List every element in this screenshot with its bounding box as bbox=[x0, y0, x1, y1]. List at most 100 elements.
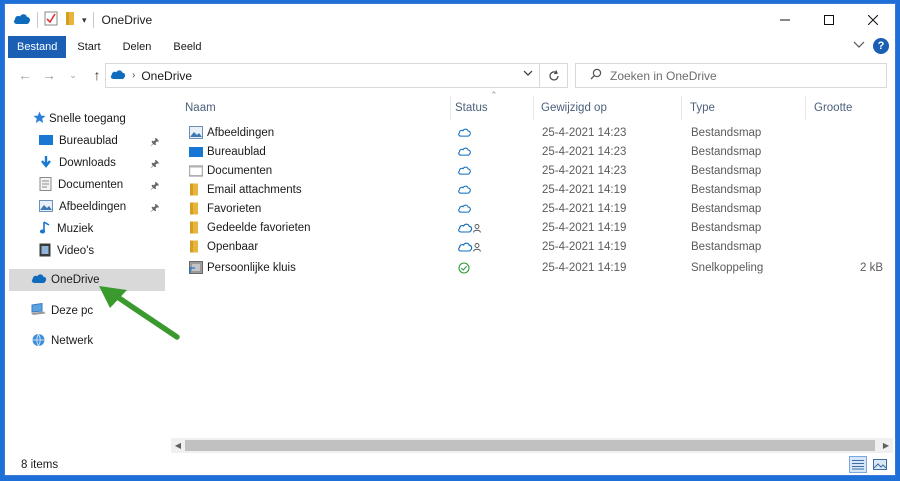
search-icon bbox=[590, 68, 602, 83]
synced-status-icon bbox=[458, 258, 470, 277]
recent-locations-icon[interactable]: ⌄ bbox=[61, 63, 85, 87]
onedrive-app-icon bbox=[13, 13, 31, 28]
nav-label: Muziek bbox=[57, 223, 94, 235]
file-name: Favorieten bbox=[207, 202, 262, 215]
table-row[interactable]: Gedeelde favorieten 25-4-2021 14:19 Best… bbox=[185, 218, 885, 237]
table-row[interactable]: Favorieten 25-4-2021 14:19 Bestandsmap bbox=[185, 199, 885, 218]
large-icons-view-button[interactable] bbox=[871, 456, 889, 473]
pin-icon[interactable]: 🖈 bbox=[150, 201, 159, 218]
status-bar: 8 items bbox=[5, 454, 895, 476]
nav-quick-access[interactable]: Snelle toegang bbox=[33, 109, 126, 129]
scroll-left-icon[interactable]: ◀ bbox=[171, 438, 185, 453]
breadcrumb-chevron-icon[interactable]: › bbox=[132, 70, 135, 81]
breadcrumb-onedrive[interactable]: OneDrive bbox=[141, 69, 192, 83]
cloud-shared-status-icon bbox=[458, 218, 482, 237]
quick-access-dropdown-icon[interactable]: ▾ bbox=[82, 15, 87, 26]
table-row[interactable]: Afbeeldingen 25-4-2021 14:23 Bestandsmap bbox=[185, 123, 885, 142]
file-modified: 25-4-2021 14:23 bbox=[542, 145, 627, 158]
file-type: Bestandsmap bbox=[691, 164, 762, 177]
table-row[interactable]: Documenten 25-4-2021 14:23 Bestandsmap bbox=[185, 161, 885, 180]
table-row[interactable]: Openbaar 25-4-2021 14:19 Bestandsmap bbox=[185, 237, 885, 256]
item-count: 8 items bbox=[21, 459, 59, 471]
address-dropdown-icon[interactable] bbox=[523, 69, 533, 80]
scrollbar-thumb[interactable] bbox=[185, 440, 875, 451]
maximize-button[interactable] bbox=[807, 4, 851, 36]
nav-item-this-pc[interactable]: Deze pc bbox=[31, 301, 93, 321]
tab-delen[interactable]: Delen bbox=[112, 36, 163, 58]
table-row[interactable]: Persoonlijke kluis 25-4-2021 14:19 Snelk… bbox=[185, 258, 885, 277]
file-type: Bestandsmap bbox=[691, 221, 762, 234]
nav-item-videos[interactable]: Video's bbox=[39, 241, 94, 261]
nav-item-afbeeldingen[interactable]: Afbeeldingen bbox=[39, 197, 126, 217]
tab-beeld[interactable]: Beeld bbox=[162, 36, 212, 58]
video-icon bbox=[39, 243, 51, 260]
table-row[interactable]: Bureaublad 25-4-2021 14:23 Bestandsmap bbox=[185, 142, 885, 161]
new-folder-icon[interactable] bbox=[64, 11, 76, 29]
nav-item-bureaublad[interactable]: Bureaublad bbox=[39, 131, 118, 151]
column-header-name[interactable]: Naam bbox=[185, 96, 450, 120]
cloud-status-icon bbox=[458, 161, 471, 180]
nav-label: Netwerk bbox=[51, 335, 94, 347]
star-icon bbox=[33, 111, 46, 127]
cloud-shared-status-icon bbox=[458, 237, 482, 256]
nav-label: Snelle toegang bbox=[49, 113, 126, 125]
tab-bestand[interactable]: Bestand bbox=[8, 36, 67, 58]
file-name: Openbaar bbox=[207, 240, 259, 253]
help-icon[interactable]: ? bbox=[873, 38, 889, 54]
column-header-modified[interactable]: Gewijzigd op bbox=[541, 96, 681, 120]
file-modified: 25-4-2021 14:19 bbox=[542, 202, 627, 215]
expand-ribbon-icon[interactable] bbox=[853, 40, 865, 52]
column-header-size[interactable]: Grootte bbox=[814, 96, 884, 120]
tab-start[interactable]: Start bbox=[66, 36, 111, 58]
forward-button[interactable]: → bbox=[37, 63, 61, 87]
folder-icon bbox=[189, 199, 199, 218]
download-icon bbox=[39, 155, 53, 172]
file-type: Snelkoppeling bbox=[691, 261, 764, 274]
nav-item-network[interactable]: Netwerk bbox=[31, 331, 93, 351]
file-modified: 25-4-2021 14:19 bbox=[542, 183, 627, 196]
file-name: Gedeelde favorieten bbox=[207, 221, 311, 234]
folder-icon bbox=[189, 180, 199, 199]
horizontal-scrollbar[interactable]: ◀ ▶ bbox=[171, 438, 893, 453]
column-header-type[interactable]: Type bbox=[690, 96, 810, 120]
close-button[interactable] bbox=[851, 4, 895, 36]
column-header-row: ⌃ Naam Status Gewijzigd op Type Grootte bbox=[185, 90, 885, 120]
nav-item-documenten[interactable]: Documenten bbox=[39, 175, 123, 195]
nav-label: Video's bbox=[57, 245, 95, 257]
file-name: Afbeeldingen bbox=[207, 126, 275, 139]
file-modified: 25-4-2021 14:19 bbox=[542, 240, 627, 253]
nav-item-muziek[interactable]: Muziek bbox=[39, 219, 93, 239]
ribbon-tabs: Bestand Start Delen Beeld ? bbox=[5, 36, 895, 58]
minimize-button[interactable] bbox=[763, 4, 807, 36]
pin-icon[interactable]: 🖈 bbox=[150, 135, 159, 152]
file-name: Email attachments bbox=[207, 183, 302, 196]
pin-icon[interactable]: 🖈 bbox=[150, 157, 159, 174]
documents-icon bbox=[39, 176, 52, 194]
scroll-right-icon[interactable]: ▶ bbox=[879, 438, 893, 453]
desktop-icon bbox=[39, 134, 53, 149]
table-row[interactable]: Email attachments 25-4-2021 14:19 Bestan… bbox=[185, 180, 885, 199]
vault-shortcut-icon bbox=[189, 258, 203, 277]
nav-label: Deze pc bbox=[51, 305, 94, 317]
network-icon bbox=[31, 333, 46, 350]
cloud-status-icon bbox=[458, 180, 471, 199]
file-size: 2 kB bbox=[859, 261, 883, 274]
details-view-button[interactable] bbox=[849, 456, 867, 473]
file-modified: 25-4-2021 14:23 bbox=[542, 164, 627, 177]
cloud-status-icon bbox=[458, 142, 471, 161]
address-bar[interactable]: › OneDrive bbox=[105, 63, 540, 88]
file-name: Documenten bbox=[207, 164, 273, 177]
file-name: Bureaublad bbox=[207, 145, 266, 158]
refresh-button[interactable] bbox=[540, 63, 568, 88]
back-button[interactable]: ← bbox=[13, 63, 37, 87]
address-row: ← → ⌄ ↑ › OneDrive Zoeken in OneDrive bbox=[5, 61, 895, 89]
properties-icon[interactable] bbox=[44, 11, 58, 29]
file-type: Bestandsmap bbox=[691, 126, 762, 139]
file-modified: 25-4-2021 14:23 bbox=[542, 126, 627, 139]
desktop-folder-icon bbox=[189, 142, 203, 161]
nav-item-downloads[interactable]: Downloads bbox=[39, 153, 116, 173]
pin-icon[interactable]: 🖈 bbox=[150, 179, 159, 196]
column-header-status[interactable]: Status bbox=[455, 96, 535, 120]
search-box[interactable]: Zoeken in OneDrive bbox=[575, 63, 887, 88]
file-modified: 25-4-2021 14:19 bbox=[542, 221, 627, 234]
